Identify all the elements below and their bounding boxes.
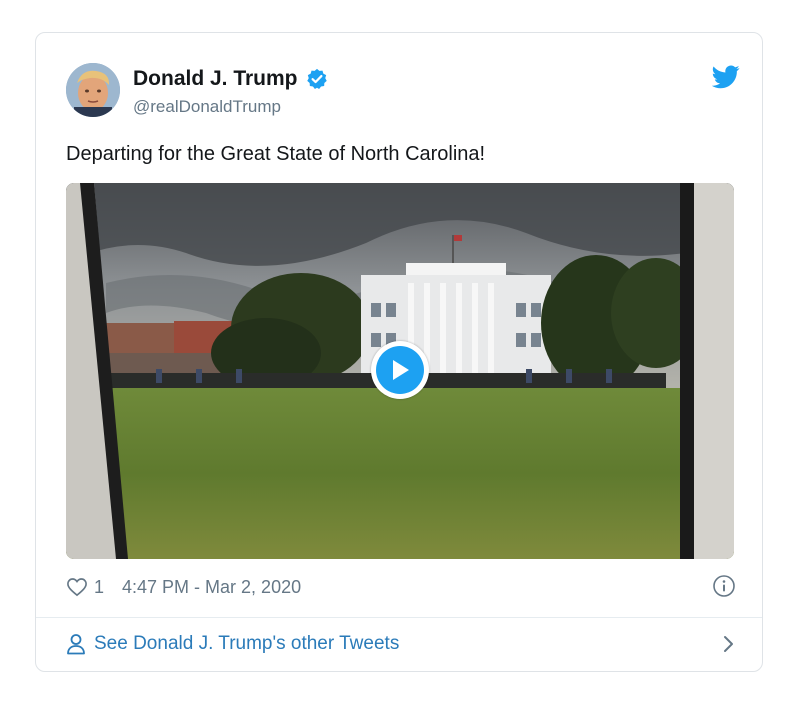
twitter-bird-icon[interactable] xyxy=(711,65,740,89)
info-icon[interactable] xyxy=(712,574,736,598)
heart-icon[interactable] xyxy=(66,577,88,597)
tweet-text: Departing for the Great State of North C… xyxy=(66,143,486,165)
user-handle[interactable]: @realDonaldTrump xyxy=(133,97,281,117)
see-other-tweets-link[interactable]: See Donald J. Trump's other Tweets xyxy=(66,629,736,659)
tweet-video[interactable] xyxy=(66,183,734,559)
person-icon xyxy=(66,633,86,655)
embedded-tweet-card: Donald J. Trump @realDonaldTrump Departi… xyxy=(35,32,763,672)
play-button[interactable] xyxy=(371,341,429,399)
display-name[interactable]: Donald J. Trump xyxy=(133,67,298,91)
like-count: 1 xyxy=(94,576,105,597)
tweet-timestamp[interactable]: 4:47 PM - Mar 2, 2020 xyxy=(122,577,301,598)
tweet-header: Donald J. Trump @realDonaldTrump xyxy=(66,63,740,123)
tweet-meta: 1 4:47 PM - Mar 2, 2020 xyxy=(66,573,736,601)
play-icon xyxy=(376,346,424,394)
avatar[interactable] xyxy=(66,63,120,117)
see-other-tweets-label: See Donald J. Trump's other Tweets xyxy=(94,633,400,654)
chevron-right-icon xyxy=(722,635,736,653)
verified-badge-icon xyxy=(306,68,328,90)
divider xyxy=(36,617,762,618)
name-row: Donald J. Trump xyxy=(133,67,328,91)
